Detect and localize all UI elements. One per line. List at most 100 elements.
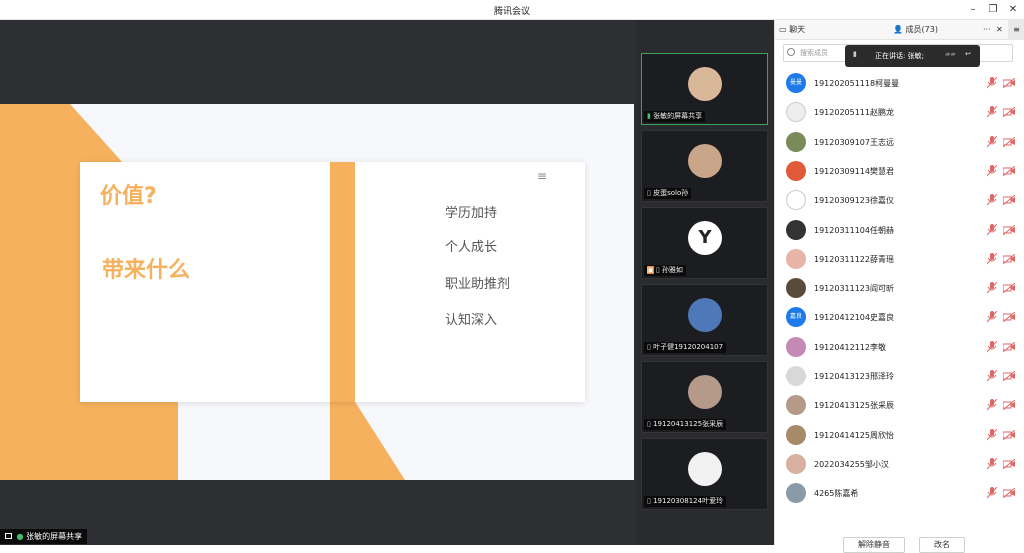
camera-off-icon[interactable] [1002,458,1016,470]
slide-item: 学历加持 [445,206,498,221]
video-tile[interactable]: Y ▣ ▯ 孙雅如 [641,207,768,279]
avatar [786,278,806,299]
camera-off-icon[interactable] [1002,399,1016,411]
mic-muted-icon[interactable] [986,135,998,148]
member-name: 19120412104史嘉良 [814,313,894,323]
avatar [786,336,806,357]
collapse-icon: ↩ [965,50,971,58]
avatar: 嘉良 [786,307,806,328]
minimize-button[interactable]: – [964,1,982,19]
mic-muted-icon[interactable] [986,223,998,236]
restore-button[interactable]: ❐ [984,1,1002,19]
participant-avatar: Y [688,221,722,255]
camera-off-icon[interactable] [1002,106,1016,118]
member-row[interactable]: 19120205111赵鹏龙 [775,98,1024,127]
unmute-all-button[interactable]: 解除静音 [843,537,905,553]
shared-screen: 价值? 带来什么 ≡ 学历加持 个人成长 职业助推剂 认知深入 [0,20,636,545]
member-name: 19120309114樊慧君 [814,166,894,176]
mic-muted-icon[interactable] [986,457,998,470]
avatar: 曼曼 [786,73,806,93]
participant-name: ▮ 张敏的屏幕共享 [644,111,706,122]
camera-off-icon[interactable] [1002,165,1016,177]
slide-heading-bring: 带来什么 [102,258,191,283]
member-name: 19120205111赵鹏龙 [814,108,894,118]
camera-off-icon[interactable] [1002,429,1016,440]
video-tile[interactable]: ▯ 叶子健19120204107 [641,284,768,356]
avatar [786,483,806,504]
member-row[interactable]: 嘉良 19120412104史嘉良 [775,303,1024,332]
camera-off-icon[interactable] [1002,312,1016,323]
camera-off-icon[interactable] [1002,77,1016,89]
camera-off-icon[interactable] [1002,224,1016,235]
member-row[interactable]: 19120311123阎可昕 [775,274,1024,303]
participant-name: ▯ 19120308124叶爱玲 [644,496,727,507]
camera-off-icon[interactable] [1002,136,1016,147]
title-bar: 腾讯会议 – ❐ ✕ [0,0,1024,20]
participant-avatar [688,452,722,486]
mic-muted-icon[interactable] [986,252,998,265]
close-button[interactable]: ✕ [1004,1,1022,19]
tab-members[interactable]: 👤 成员(73) [893,20,938,40]
member-name: 19120311122薛青瑶 [814,254,894,264]
avatar [786,131,806,152]
mic-muted-icon[interactable] [986,311,998,323]
member-row[interactable]: 2022034255邹小汉 [775,450,1024,479]
camera-off-icon[interactable] [1002,253,1016,265]
mic-muted-icon[interactable] [986,398,998,411]
rename-button[interactable]: 改名 [919,537,965,553]
mic-muted-icon[interactable] [986,369,998,382]
panel-close-button[interactable]: ✕ [996,20,1003,40]
camera-off-icon[interactable] [1002,282,1016,294]
member-name: 19120309107王志远 [814,137,894,147]
mic-muted-icon[interactable] [986,76,998,89]
slide-item: 认知深入 [445,313,498,328]
more-button[interactable]: ··· [983,20,991,40]
member-row[interactable]: 19120309107王志远 [775,128,1024,157]
member-name: 19120414125周欣怡 [814,430,894,440]
video-tile[interactable]: ▯ 皮蛋solo孙 [641,130,768,202]
slide-heading-value: 价值? [100,184,157,209]
video-tile[interactable]: ▯ 19120308124叶爱玲 [641,438,768,510]
mic-muted-icon[interactable] [986,281,998,294]
speaking-indicator: ▮ 正在讲话: 张敏; ▰▰ ↩ [845,45,980,67]
panel-menu-icon[interactable]: ≡ [1008,20,1024,40]
video-tile[interactable]: ▯ 19120413125张采辰 [641,361,768,433]
member-row[interactable]: 19120311104任朝赫 [775,216,1024,245]
video-tile[interactable]: ▮ 张敏的屏幕共享 [641,53,768,125]
mic-muted-icon[interactable] [986,428,998,441]
tab-chat[interactable]: ▭ 聊天 [779,20,805,40]
mic-muted-icon[interactable] [986,193,998,206]
participant-name: ▯ 19120413125张采辰 [644,419,727,430]
member-row[interactable]: 19120311122薛青瑶 [775,245,1024,274]
member-row[interactable]: 曼曼 191202051118柯曼曼 [775,69,1024,98]
member-row[interactable]: 19120309123徐嘉仪 [775,186,1024,215]
member-row[interactable]: 19120413125张采辰 [775,391,1024,420]
member-row[interactable]: 19120309114樊慧君 [775,157,1024,186]
mic-muted-icon[interactable] [986,486,998,499]
slide-card: 价值? 带来什么 ≡ 学历加持 个人成长 职业助推剂 认知深入 [80,162,585,402]
member-row[interactable]: 19120413123邢泽玲 [775,362,1024,391]
sound-wave-icon: ▰▰ [945,50,956,58]
camera-off-icon[interactable] [1002,487,1016,499]
member-row[interactable]: 4265陈嘉希 [775,479,1024,508]
member-name: 19120311123阎可昕 [814,284,894,294]
user-icon: 👤 [893,25,906,34]
mic-muted-icon[interactable] [986,340,998,353]
search-icon [787,48,795,56]
avatar [786,395,806,416]
avatar [786,102,806,123]
participant-name: ▣ ▯ 孙雅如 [644,265,686,276]
member-row[interactable]: 19120412112李敬 [775,333,1024,362]
avatar [786,190,806,211]
camera-off-icon[interactable] [1002,370,1016,382]
mic-muted-icon[interactable] [986,105,998,118]
camera-off-icon[interactable] [1002,194,1016,206]
window-title: 腾讯会议 [493,7,530,17]
member-name: 19120412112李敬 [814,342,886,352]
member-name: 19120309123徐嘉仪 [814,196,894,206]
member-row[interactable]: 19120414125周欣怡 [775,421,1024,450]
camera-off-icon[interactable] [1002,341,1016,353]
mic-muted-icon[interactable] [986,164,998,177]
participant-avatar [688,375,722,409]
member-name: 19120413123邢泽玲 [814,372,894,381]
